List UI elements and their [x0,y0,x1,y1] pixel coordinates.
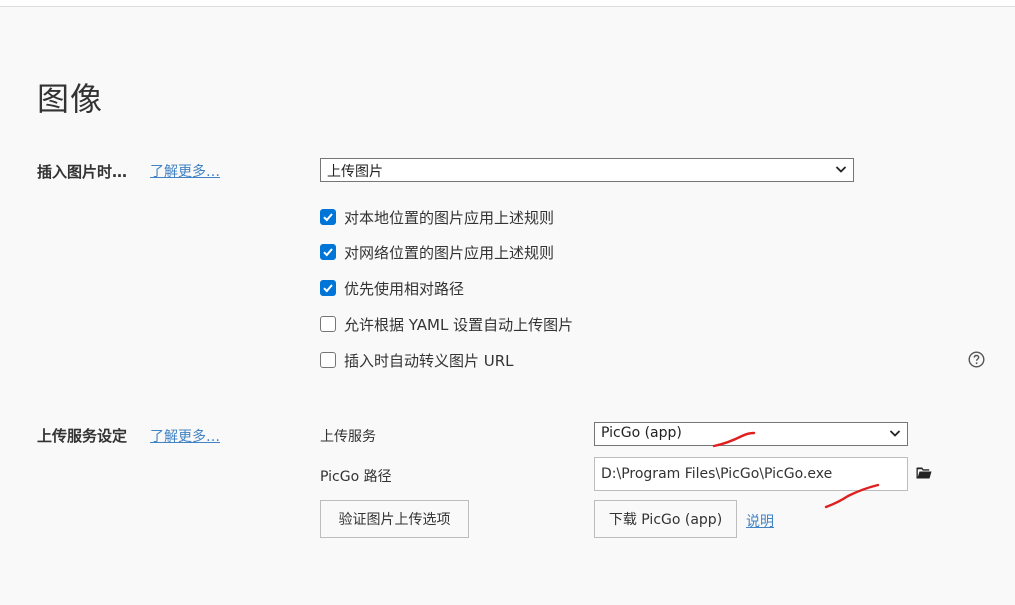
insert-image-section-title: 插入图片时… [37,163,128,181]
checkbox-row-escape-url[interactable]: 插入时自动转义图片 URL [320,350,514,370]
checkbox-label: 插入时自动转义图片 URL [344,351,514,370]
help-icon[interactable] [968,351,985,368]
checkbox-row-local-images[interactable]: 对本地位置的图片应用上述规则 [320,207,554,227]
checkbox-unchecked[interactable] [320,316,336,332]
checkbox-checked[interactable] [320,209,336,225]
checkbox-label: 对本地位置的图片应用上述规则 [344,208,555,227]
checkbox-row-yaml-upload[interactable]: 允许根据 YAML 设置自动上传图片 [320,314,573,334]
checkbox-row-relative-path[interactable]: 优先使用相对路径 [320,278,464,298]
chevron-down-icon [889,430,901,437]
checkbox-label: 优先使用相对路径 [344,279,465,298]
upload-service-select-value: PicGo (app) [601,425,682,441]
checkbox-label: 允许根据 YAML 设置自动上传图片 [344,315,574,334]
upload-service-select[interactable]: PicGo (app) [594,422,908,446]
upload-service-section-title: 上传服务设定 [37,427,128,445]
top-bar [0,0,1015,7]
picgo-path-value: D:\Program Files\PicGo\PicGo.exe [601,466,833,482]
folder-icon[interactable] [916,466,932,480]
download-picgo-button[interactable]: 下载 PicGo (app) [594,500,737,538]
picgo-path-input[interactable]: D:\Program Files\PicGo\PicGo.exe [594,457,908,491]
checkbox-row-network-images[interactable]: 对网络位置的图片应用上述规则 [320,242,554,262]
annotation-strokes [712,431,880,509]
chevron-down-icon [835,166,847,173]
checkmark-icon [323,213,333,222]
help-link[interactable]: 说明 [746,511,774,531]
upload-service-label: 上传服务 [320,429,376,445]
verify-upload-button[interactable]: 验证图片上传选项 [320,500,469,538]
insert-image-learn-more-link[interactable]: 了解更多… [150,161,220,181]
checkbox-unchecked[interactable] [320,352,336,368]
checkbox-checked[interactable] [320,280,336,296]
upload-service-learn-more-link[interactable]: 了解更多… [150,426,220,446]
checkmark-icon [323,248,333,257]
checkbox-label: 对网络位置的图片应用上述规则 [344,243,555,262]
picgo-path-label: PicGo 路径 [320,469,392,485]
insert-image-select-value: 上传图片 [327,164,383,180]
checkmark-icon [323,284,333,293]
page-title: 图像 [37,80,104,118]
checkbox-checked[interactable] [320,244,336,260]
insert-image-select[interactable]: 上传图片 [320,158,854,182]
